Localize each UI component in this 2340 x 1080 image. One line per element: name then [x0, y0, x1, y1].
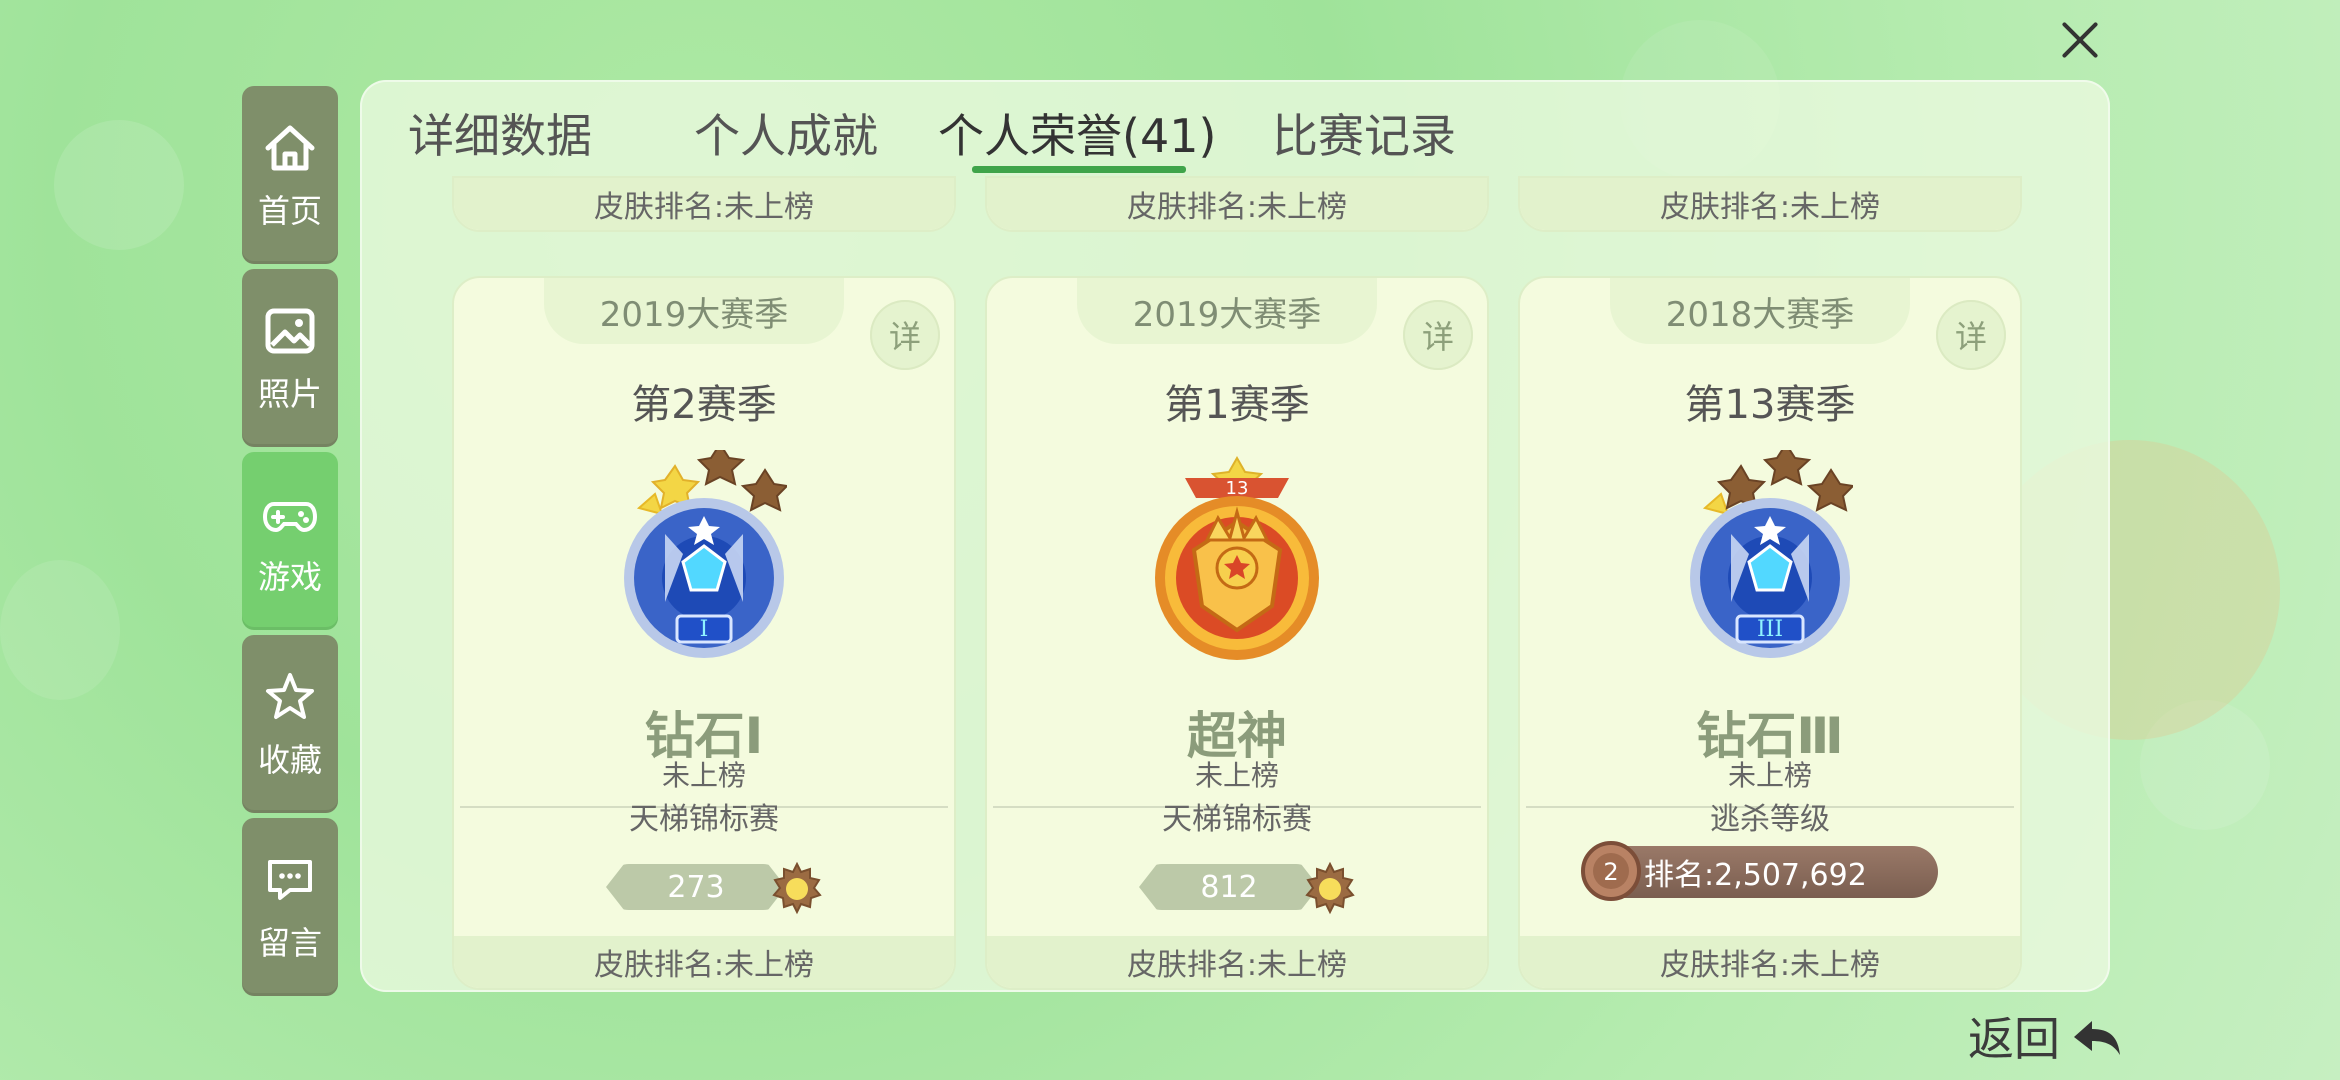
skin-rank-text: 皮肤排名:未上榜 [987, 936, 1487, 988]
tab-bar: 详细数据 个人成就 个人荣誉(41) 比赛记录 [408, 100, 1532, 182]
badge-number: 13 [1226, 478, 1249, 499]
background-bubble [54, 120, 184, 250]
detail-button[interactable]: 详 [1936, 300, 2006, 370]
sidebar: 首页 照片 游戏 收藏 留言 [242, 86, 338, 1001]
season-name: 第2赛季 [631, 382, 777, 428]
season-year-label: 2019大赛季 [1077, 278, 1377, 344]
detail-button[interactable]: 详 [870, 300, 940, 370]
sidebar-item-label: 照片 [257, 375, 322, 413]
medal-icon: 2 [1581, 841, 1641, 901]
honor-card-partial: 皮肤排名:未上榜 [1518, 176, 2022, 232]
honor-card: 2019大赛季 详 第1赛季 13 超神 未上榜 天梯锦标赛 812 皮肤排名:… [985, 276, 1489, 990]
skin-rank-text: 皮肤排名:未上榜 [1520, 178, 2020, 230]
sidebar-item-favorites[interactable]: 收藏 [242, 635, 338, 813]
svg-text:I: I [700, 617, 709, 642]
honor-card-partial: 皮肤排名:未上榜 [985, 176, 1489, 232]
sun-badge-icon [1305, 862, 1355, 915]
gamepad-icon [262, 502, 318, 533]
honor-card-partial: 皮肤排名:未上榜 [452, 176, 956, 232]
tab-detailed-data[interactable]: 详细数据 [408, 100, 694, 182]
sidebar-item-label: 留言 [257, 924, 322, 962]
sidebar-item-label: 收藏 [257, 741, 322, 779]
message-icon [268, 860, 312, 900]
score-pill: 273 [606, 864, 786, 910]
home-icon [265, 125, 315, 171]
detail-button[interactable]: 详 [1403, 300, 1473, 370]
active-tab-underline [972, 166, 1186, 173]
diamond-rank-badge: I [624, 450, 787, 658]
rank-status: 未上榜 [1727, 759, 1812, 792]
score-pill: 812 [1139, 864, 1319, 910]
tab-label: 个人荣誉(41) [938, 109, 1217, 163]
medal-number: 2 [1603, 858, 1618, 886]
sidebar-item-game[interactable]: 游戏 [242, 452, 338, 630]
skin-rank-text: 皮肤排名:未上榜 [454, 178, 954, 230]
season-name: 第1赛季 [1164, 382, 1310, 428]
season-year-label: 2019大赛季 [544, 278, 844, 344]
background-bubble [0, 560, 120, 700]
game-mode: 天梯锦标赛 [629, 802, 779, 837]
sun-badge-icon [772, 862, 822, 915]
sidebar-item-label: 游戏 [257, 558, 322, 596]
svg-text:III: III [1757, 617, 1783, 642]
sidebar-item-photo[interactable]: 照片 [242, 269, 338, 447]
honor-card: 2018大赛季 详 第13赛季 III 钻石Ⅲ 未上榜 逃杀等级 排名:2,50… [1518, 276, 2022, 990]
close-button[interactable] [2058, 18, 2102, 62]
star-icon [266, 673, 314, 719]
skin-rank-text: 皮肤排名:未上榜 [987, 178, 1487, 230]
diamond-rank-badge: III [1690, 450, 1853, 658]
photo-icon [265, 308, 315, 354]
honor-card: 2019大赛季 详 第2赛季 I 钻石Ⅰ 未上榜 天梯锦标赛 273 皮肤排名:… [452, 276, 956, 990]
tab-personal-honor[interactable]: 个人荣誉(41) [938, 100, 1272, 182]
sidebar-item-home[interactable]: 首页 [242, 86, 338, 264]
rank-status: 未上榜 [1194, 759, 1279, 792]
skin-rank-text: 皮肤排名:未上榜 [1520, 936, 2020, 988]
game-mode: 天梯锦标赛 [1162, 802, 1312, 837]
game-mode: 逃杀等级 [1710, 802, 1830, 837]
sidebar-item-label: 首页 [257, 192, 322, 230]
skin-rank-text: 皮肤排名:未上榜 [454, 936, 954, 988]
back-button[interactable]: 返回 [1968, 1008, 2124, 1066]
back-arrow-icon [2074, 1021, 2120, 1055]
season-year-label: 2018大赛季 [1610, 278, 1910, 344]
main-panel: 详细数据 个人成就 个人荣誉(41) 比赛记录 皮肤排名:未上榜 皮肤排名:未上… [360, 80, 2110, 992]
tab-match-record[interactable]: 比赛记录 [1272, 100, 1532, 182]
season-name: 第13赛季 [1684, 382, 1856, 428]
back-label: 返回 [1968, 1012, 2060, 1066]
sidebar-item-message[interactable]: 留言 [242, 818, 338, 996]
super-god-rank-badge: 13 [1155, 455, 1319, 660]
rank-status: 未上榜 [661, 759, 746, 792]
tab-personal-achievement[interactable]: 个人成就 [694, 100, 938, 182]
